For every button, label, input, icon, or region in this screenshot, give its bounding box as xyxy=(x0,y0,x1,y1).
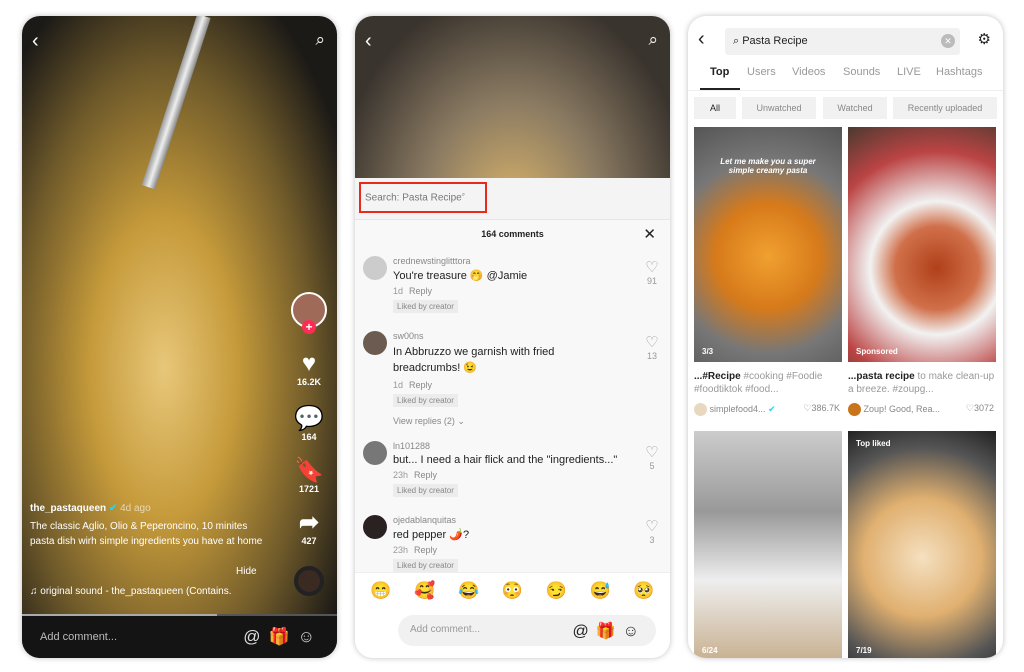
emoji-icon[interactable]: ☺ xyxy=(298,627,323,646)
video-thumbnail: Top liked 7/19 xyxy=(848,431,996,658)
gift-icon[interactable]: 🎁 xyxy=(268,627,297,646)
close-icon[interactable]: ✕ xyxy=(643,225,656,243)
gift-icon[interactable]: 🎁 xyxy=(596,623,623,640)
video-thumbnail: 6/24 xyxy=(694,431,842,658)
video-thumbnail: Let me make you a super simple creamy pa… xyxy=(694,127,842,362)
heart-icon: ♡ xyxy=(645,518,659,535)
emoji-button[interactable]: 🥺 xyxy=(633,581,654,601)
comment-item: crednewstinglitttora You're treasure 🤭 @J… xyxy=(363,256,660,313)
time-ago: 4d ago xyxy=(120,503,151,514)
emoji-button[interactable]: 🥰 xyxy=(414,581,435,601)
back-icon[interactable]: ‹ xyxy=(32,30,39,53)
search-icon: ⌕ xyxy=(733,35,743,47)
creator-avatar[interactable]: + xyxy=(289,292,329,334)
comment-button[interactable]: 💬 164 xyxy=(289,405,329,443)
emoji-button[interactable]: 😂 xyxy=(458,581,479,601)
search-suggestion[interactable]: Search: Pasta Recipe⌕ xyxy=(359,182,487,213)
filter-unwatched[interactable]: Unwatched xyxy=(742,97,816,119)
avatar[interactable] xyxy=(363,441,387,465)
like-button[interactable]: ♡ 5 xyxy=(644,444,660,472)
comment-item: ojedablanquitas red pepper 🌶️? 23h Reply L… xyxy=(363,515,660,572)
heart-icon: ♡ xyxy=(645,334,659,351)
caption: ...#Recipe #cooking #Foodie #foodtiktok … xyxy=(694,371,823,395)
share-button[interactable]: ➦ 427 xyxy=(289,509,329,547)
heart-icon: ♡ xyxy=(645,444,659,461)
share-icon: ➦ xyxy=(298,509,320,536)
result-card[interactable]: Sponsored ...pasta recipe to make clean-… xyxy=(848,127,996,416)
emoji-icon[interactable]: ☺ xyxy=(623,623,646,640)
search-input[interactable]: ⌕ Pasta Recipe ✕ xyxy=(725,28,960,55)
avatar[interactable] xyxy=(363,515,387,539)
hide-button[interactable]: Hide xyxy=(236,566,257,577)
comment-icon: 💬 xyxy=(294,405,324,432)
filter-recently-uploaded[interactable]: Recently uploaded xyxy=(893,97,997,119)
mention-icon[interactable]: @ xyxy=(572,623,595,640)
like-button[interactable]: ♡ 91 xyxy=(644,259,660,287)
heart-icon: ♡ xyxy=(645,259,659,276)
search-icon[interactable]: ⌕ xyxy=(315,30,325,50)
comments-count: 164 comments xyxy=(481,229,544,239)
reply-button[interactable]: Reply xyxy=(409,286,432,296)
music-note-icon: ♫ xyxy=(30,586,41,597)
result-card[interactable]: Let me make you a super simple creamy pa… xyxy=(694,127,842,416)
like-button[interactable]: ♡ 13 xyxy=(644,334,660,362)
sound-disc[interactable] xyxy=(289,566,329,596)
filter-all[interactable]: All xyxy=(694,97,736,119)
verified-icon: ✔ xyxy=(108,503,118,514)
comment-input[interactable]: Add comment... xyxy=(40,631,117,643)
tab-live[interactable]: LIVE xyxy=(897,66,921,78)
avatar[interactable] xyxy=(363,331,387,355)
verified-icon: ✔ xyxy=(768,403,776,414)
video-screen: ‹ ⌕ + ♥ 16.2K 💬 164 🔖 1721 ➦ 427 the_pastaqu… xyxy=(22,16,337,658)
search-results-screen: ‹ ⌕ Pasta Recipe ✕ ⚙ Top Users Videos So… xyxy=(688,16,1003,658)
comment-item: ln101288 but... I need a hair flick and t… xyxy=(363,441,660,497)
tab-sounds[interactable]: Sounds xyxy=(843,66,880,78)
tab-top[interactable]: Top xyxy=(710,66,729,78)
back-icon[interactable]: ‹ xyxy=(698,28,705,51)
avatar[interactable] xyxy=(363,256,387,280)
emoji-button[interactable]: 😅 xyxy=(590,581,611,601)
view-replies-button[interactable]: View replies (2) ⌄ xyxy=(393,416,660,427)
overlay-text: Let me make you a super simple creamy pa… xyxy=(720,157,816,175)
save-button[interactable]: 🔖 1721 xyxy=(289,457,329,495)
search-icon: ⌕ xyxy=(461,192,466,198)
tab-users[interactable]: Users xyxy=(747,66,776,78)
sound-label[interactable]: ♫ original sound - the_pastaqueen (Conta… xyxy=(30,586,232,597)
comment-input[interactable]: Add comment... @🎁☺ xyxy=(398,615,656,646)
search-icon[interactable]: ⌕ xyxy=(648,30,658,50)
emoji-bar: 😁 🥰 😂 😳 😏 😅 🥺 Add comment... @🎁☺ xyxy=(355,572,670,658)
emoji-button[interactable]: 😁 xyxy=(370,581,391,601)
video-thumbnail xyxy=(355,16,670,178)
tab-videos[interactable]: Videos xyxy=(792,66,825,78)
mention-icon[interactable]: @ xyxy=(243,627,268,646)
caption: ...pasta recipe to make clean-up a breez… xyxy=(848,371,995,395)
emoji-button[interactable]: 😳 xyxy=(502,581,523,601)
avatar xyxy=(848,403,861,416)
reply-button[interactable]: Reply xyxy=(409,380,432,390)
filter-watched[interactable]: Watched xyxy=(823,97,887,119)
username[interactable]: the_pastaqueen xyxy=(30,503,106,514)
video-thumbnail: Sponsored xyxy=(848,127,996,362)
bookmark-icon: 🔖 xyxy=(294,457,324,484)
clear-icon[interactable]: ✕ xyxy=(941,34,955,48)
comment-item: sw00ns In Abbruzzo we garnish with fried … xyxy=(363,331,660,427)
heart-icon: ♡ xyxy=(965,403,974,413)
video-description: The classic Aglio, Olio & Peperoncino, 1… xyxy=(30,521,263,547)
like-button[interactable]: ♥ 16.2K xyxy=(289,350,329,388)
filter-settings-icon[interactable]: ⚙ xyxy=(978,30,991,48)
comment-bar[interactable]: Add comment... @🎁☺ xyxy=(22,616,337,658)
reply-button[interactable]: Reply xyxy=(414,470,437,480)
back-icon[interactable]: ‹ xyxy=(365,30,372,53)
chevron-down-icon: ⌄ xyxy=(457,416,465,426)
avatar xyxy=(694,403,707,416)
emoji-button[interactable]: 😏 xyxy=(546,581,567,601)
reply-button[interactable]: Reply xyxy=(414,545,437,555)
heart-icon: ♥ xyxy=(301,350,317,377)
follow-plus-icon[interactable]: + xyxy=(302,320,316,334)
tab-hashtags[interactable]: Hashtags xyxy=(936,66,982,78)
like-button[interactable]: ♡ 3 xyxy=(644,518,660,546)
comments-screen: ‹ ⌕ Search: Pasta Recipe⌕ 164 comments ✕… xyxy=(355,16,670,658)
tongs-image xyxy=(141,16,211,190)
